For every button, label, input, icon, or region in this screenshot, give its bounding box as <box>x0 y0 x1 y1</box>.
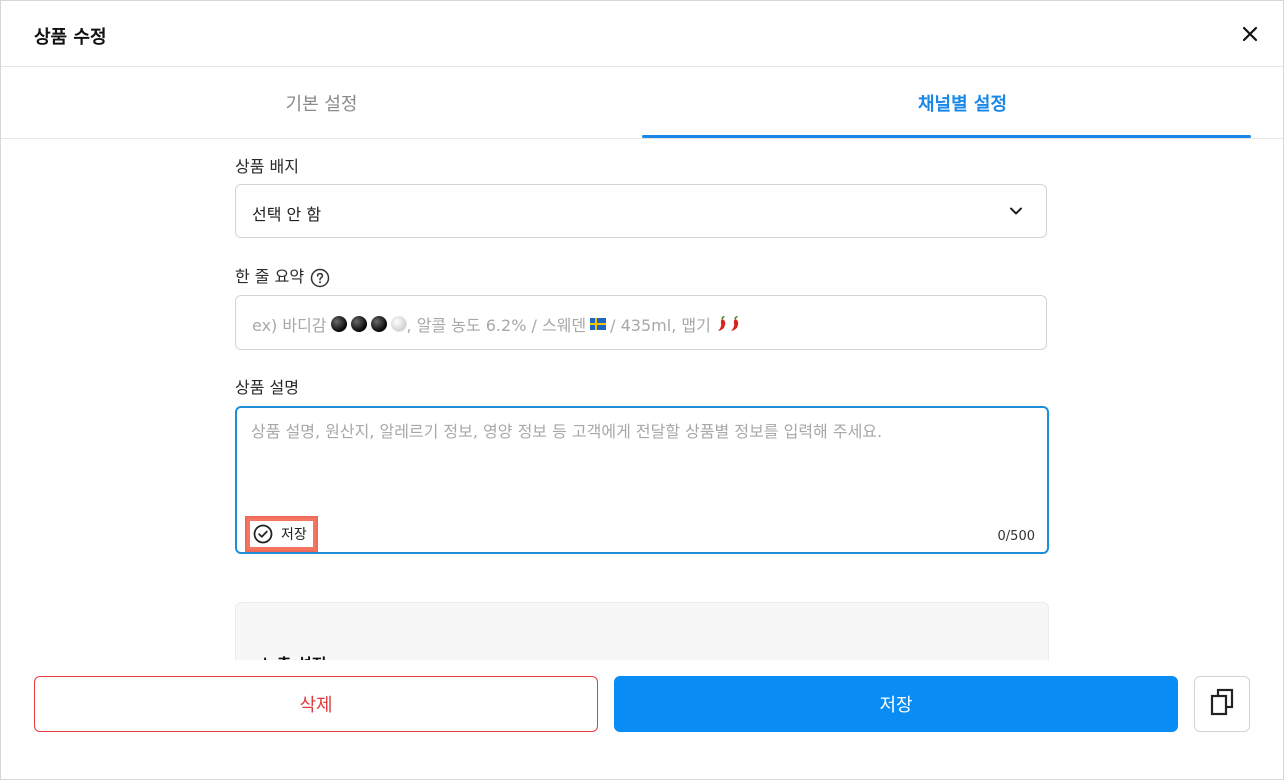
active-tab-indicator <box>642 135 1251 138</box>
chevron-down-icon <box>1006 201 1026 221</box>
char-counter: 0/500 <box>997 529 1035 544</box>
tab-basic-settings[interactable]: 기본 설정 <box>1 67 642 138</box>
placeholder-alcohol: , 알콜 농도 6.2% / 스웨덴 <box>406 316 587 335</box>
close-icon[interactable] <box>1237 21 1263 47</box>
placeholder-volume: / 435ml, 맵기 <box>610 316 711 335</box>
body-level-dot-filled <box>330 316 347 332</box>
badge-label: 상품 배지 <box>235 157 299 176</box>
copy-button[interactable] <box>1194 676 1250 732</box>
body-level-dot-filled <box>370 316 387 332</box>
delete-button[interactable]: 삭제 <box>34 676 598 732</box>
summary-label-row: 한 줄 요약 <box>235 263 330 288</box>
description-textarea[interactable]: 상품 설명, 원산지, 알레르기 정보, 영양 정보 등 고객에게 전달할 상품… <box>235 406 1049 554</box>
badge-select-value: 선택 안 함 <box>252 205 322 224</box>
form-content: 상품 배지 선택 안 함 한 줄 요약 ex) 바디감 , 알콜 농도 6.2%… <box>1 139 1283 660</box>
tab-bar: 기본 설정 채널별 설정 <box>1 67 1283 139</box>
summary-placeholder: ex) 바디감 , 알콜 농도 6.2% / 스웨덴 / 435ml, 맵기 <box>252 312 741 336</box>
check-circle-icon <box>253 524 273 544</box>
exposure-settings-panel: 노출 설정 <box>235 602 1049 660</box>
placeholder-prefix: ex) 바디감 <box>252 316 327 335</box>
summary-input[interactable]: ex) 바디감 , 알콜 농도 6.2% / 스웨덴 / 435ml, 맵기 <box>235 295 1047 350</box>
summary-label: 한 줄 요약 <box>235 267 305 286</box>
help-circle-icon[interactable] <box>310 268 330 288</box>
description-save-button[interactable]: 저장 <box>245 516 318 552</box>
badge-select[interactable]: 선택 안 함 <box>235 184 1047 238</box>
save-button[interactable]: 저장 <box>614 676 1178 732</box>
chili-pepper-icon <box>729 315 741 332</box>
description-placeholder: 상품 설명, 원산지, 알레르기 정보, 영양 정보 등 고객에게 전달할 상품… <box>251 422 883 441</box>
sweden-flag-icon <box>590 318 607 330</box>
tab-channel-settings[interactable]: 채널별 설정 <box>642 67 1283 138</box>
copy-icon <box>1208 687 1236 721</box>
product-edit-modal: 상품 수정 기본 설정 채널별 설정 상품 배지 선택 안 함 한 줄 요약 e… <box>0 0 1284 780</box>
description-save-label: 저장 <box>281 527 307 543</box>
modal-header: 상품 수정 <box>1 1 1283 67</box>
modal-footer: 삭제 저장 <box>1 660 1283 779</box>
chili-pepper-icon <box>716 315 728 332</box>
body-level-dot-empty <box>390 316 407 332</box>
body-level-dot-filled <box>350 316 367 332</box>
description-label: 상품 설명 <box>235 378 299 397</box>
panel-title: 노출 설정 <box>262 651 326 660</box>
modal-title: 상품 수정 <box>34 27 107 48</box>
